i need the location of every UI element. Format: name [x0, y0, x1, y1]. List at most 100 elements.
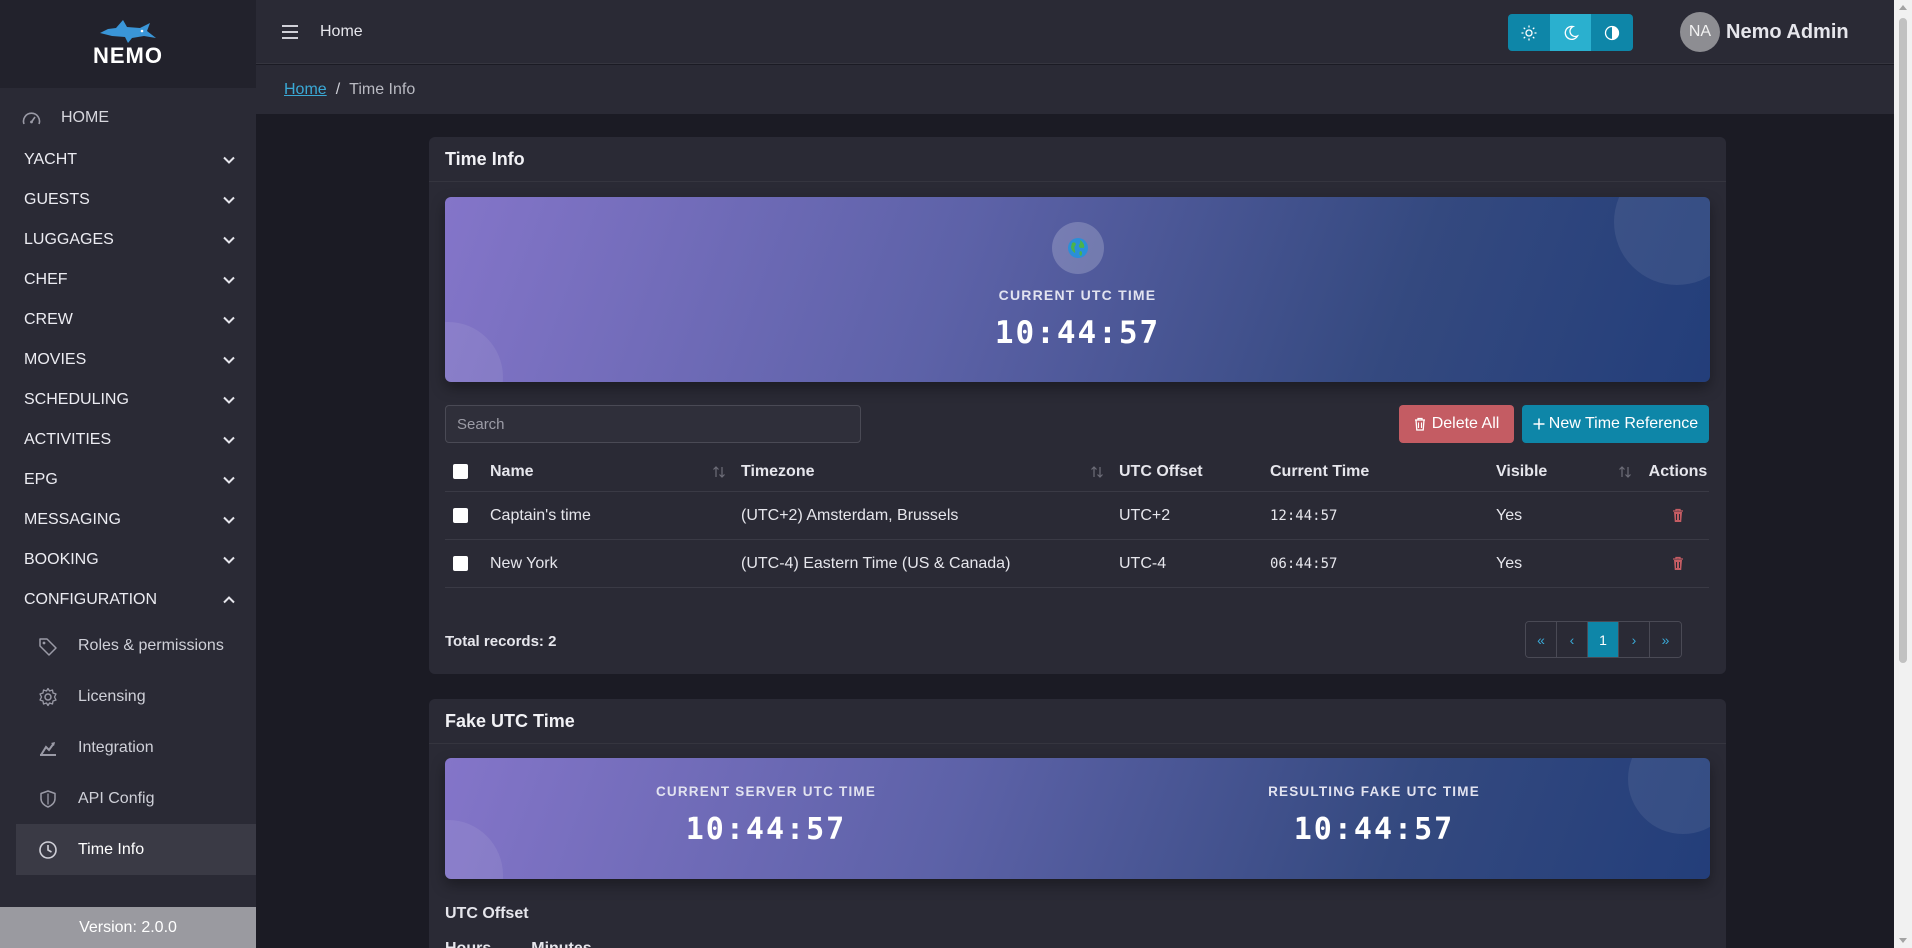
column-header-timezone[interactable]: Timezone	[741, 463, 815, 481]
fake-utc-block: RESULTING FAKE UTC TIME 10:44:57	[1174, 758, 1574, 879]
sidebar-item-chef[interactable]: CHEF	[0, 260, 256, 300]
delete-row-icon[interactable]	[1672, 556, 1684, 571]
sidebar-item-label: CONFIGURATION	[24, 591, 158, 608]
sidebar-subitem-label: Time Info	[78, 840, 145, 858]
dark-theme-button[interactable]	[1549, 14, 1592, 51]
contrast-icon	[1605, 25, 1620, 40]
top-bar: Home NA Nemo Admin	[256, 0, 1894, 64]
sidebar-subitem-api-config[interactable]: API Config	[0, 773, 256, 824]
delete-all-button[interactable]: Delete All	[1399, 405, 1514, 443]
sidebar-item-label: CREW	[24, 311, 73, 328]
sort-icon[interactable]	[1089, 464, 1105, 480]
card-title: Time Info	[429, 137, 1726, 182]
last-page-button[interactable]: »	[1650, 622, 1681, 657]
version-label: Version: 2.0.0	[0, 907, 256, 948]
table-row[interactable]: Captain's time (UTC+2) Amsterdam, Brusse…	[445, 492, 1709, 540]
sidebar-item-booking[interactable]: BOOKING	[0, 540, 256, 580]
sidebar-item-messaging[interactable]: MESSAGING	[0, 500, 256, 540]
sidebar-item-label: YACHT	[24, 151, 78, 168]
fake-utc-banner: CURRENT SERVER UTC TIME 10:44:57 RESULTI…	[445, 758, 1710, 879]
sidebar-item-scheduling[interactable]: SCHEDULING	[0, 380, 256, 420]
row-checkbox[interactable]	[453, 556, 468, 571]
sidebar-item-label: MESSAGING	[24, 511, 121, 528]
next-page-button[interactable]: ›	[1619, 622, 1650, 657]
first-page-button[interactable]: «	[1526, 622, 1557, 657]
logo-text: NEMO	[93, 43, 163, 68]
scrollbar-thumb[interactable]	[1899, 18, 1907, 663]
column-header-name[interactable]: Name	[490, 463, 534, 481]
topbar-title[interactable]: Home	[320, 23, 363, 41]
sort-icon[interactable]	[711, 464, 727, 480]
search-input[interactable]	[445, 405, 861, 443]
fake-utc-card: Fake UTC Time CURRENT SERVER UTC TIME 10…	[429, 699, 1726, 948]
sort-icon[interactable]	[1617, 464, 1633, 480]
sidebar-item-label: CHEF	[24, 271, 68, 288]
sidebar-item-epg[interactable]: EPG	[0, 460, 256, 500]
breadcrumb-current: Time Info	[349, 80, 416, 98]
sidebar-item-activities[interactable]: ACTIVITIES	[0, 420, 256, 460]
sidebar-subitem-integration[interactable]: Integration	[0, 722, 256, 773]
new-time-reference-button[interactable]: New Time Reference	[1522, 405, 1709, 443]
sidebar-subitem-roles-permissions[interactable]: Roles & permissions	[0, 620, 256, 671]
select-all-checkbox[interactable]	[453, 464, 468, 479]
chevron-down-icon	[223, 236, 235, 244]
scroll-down-arrow-icon[interactable]	[1899, 938, 1907, 943]
menu-toggle-icon[interactable]	[282, 24, 298, 39]
column-header-utc-offset: UTC Offset	[1119, 462, 1203, 480]
trash-icon	[1414, 417, 1425, 431]
sidebar-item-label: MOVIES	[24, 351, 87, 368]
server-utc-block: CURRENT SERVER UTC TIME 10:44:57	[566, 758, 966, 879]
sidebar-subitem-label: Licensing	[78, 687, 146, 705]
sidebar-item-movies[interactable]: MOVIES	[0, 340, 256, 380]
sidebar-subitem-label: Roles & permissions	[78, 636, 224, 654]
sidebar-subitem-time-info[interactable]: Time Info	[16, 824, 256, 875]
sidebar-item-label: GUESTS	[24, 191, 90, 208]
table-row[interactable]: New York (UTC-4) Eastern Time (US & Cana…	[445, 540, 1709, 588]
sidebar-item-luggages[interactable]: LUGGAGES	[0, 220, 256, 260]
page-scrollbar[interactable]	[1894, 0, 1912, 948]
theme-switcher	[1508, 14, 1633, 51]
scroll-up-arrow-icon[interactable]	[1899, 5, 1907, 10]
time-references-table: Name Timezone UTC Offset Current Time Vi…	[445, 452, 1709, 588]
chevron-up-icon	[223, 596, 235, 604]
logo[interactable]: NEMO	[0, 0, 256, 88]
current-utc-banner: CURRENT UTC TIME 10:44:57	[445, 197, 1710, 382]
delete-row-icon[interactable]	[1672, 508, 1684, 523]
current-utc-label: CURRENT UTC TIME	[998, 287, 1157, 303]
hours-label: Hours	[445, 940, 491, 948]
chevron-down-icon	[223, 356, 235, 364]
sidebar-item-guests[interactable]: GUESTS	[0, 180, 256, 220]
row-checkbox[interactable]	[453, 508, 468, 523]
cell-current-time: 06:44:57	[1270, 555, 1338, 572]
breadcrumb-home-link[interactable]: Home	[284, 81, 327, 99]
auto-theme-button[interactable]	[1591, 14, 1633, 51]
page-number-button[interactable]: 1	[1588, 622, 1619, 657]
column-header-visible[interactable]: Visible	[1496, 463, 1547, 481]
cell-visible: Yes	[1496, 554, 1523, 572]
sidebar-item-configuration[interactable]: CONFIGURATION	[0, 580, 256, 620]
chevron-down-icon	[223, 196, 235, 204]
cell-name: New York	[490, 554, 558, 572]
sidebar-nav: HOME YACHT GUESTS LUGGAGES CHEF CREW MOV…	[0, 88, 256, 875]
sidebar-item-label: EPG	[24, 471, 58, 488]
globe-icon	[1051, 222, 1104, 274]
cell-visible: Yes	[1496, 506, 1523, 524]
sidebar-item-yacht[interactable]: YACHT	[0, 140, 256, 180]
minutes-label: Minutes	[531, 940, 591, 948]
user-menu[interactable]: NA Nemo Admin	[1680, 12, 1849, 52]
utc-offset-label: UTC Offset	[445, 905, 529, 922]
plus-icon	[1533, 418, 1545, 430]
sidebar-item-label: HOME	[61, 109, 109, 126]
light-theme-button[interactable]	[1508, 14, 1550, 51]
chevron-down-icon	[223, 396, 235, 404]
cell-name: Captain's time	[490, 506, 591, 524]
breadcrumb-separator: /	[335, 80, 341, 98]
sidebar-item-label: BOOKING	[24, 551, 99, 568]
cell-timezone: (UTC-4) Eastern Time (US & Canada)	[741, 554, 1011, 572]
sidebar-subitem-licensing[interactable]: Licensing	[0, 671, 256, 722]
sidebar-item-crew[interactable]: CREW	[0, 300, 256, 340]
chevron-down-icon	[223, 516, 235, 524]
prev-page-button[interactable]: ‹	[1557, 622, 1588, 657]
sidebar-item-home[interactable]: HOME	[0, 96, 256, 140]
tag-icon	[39, 637, 57, 656]
